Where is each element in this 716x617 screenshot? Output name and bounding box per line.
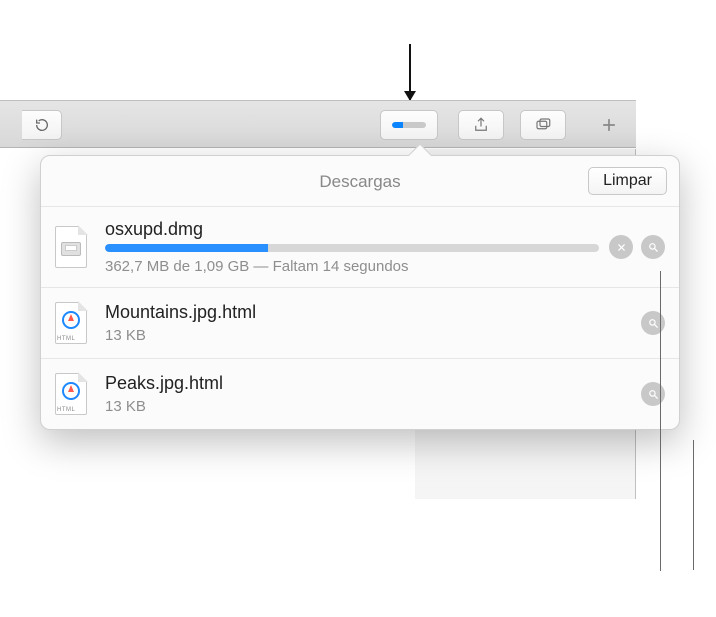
reveal-in-finder-button[interactable] — [641, 311, 665, 335]
reload-icon — [34, 117, 50, 133]
download-filename: Mountains.jpg.html — [105, 302, 631, 323]
popover-title: Descargas — [41, 172, 679, 192]
plus-icon — [599, 115, 619, 135]
download-row: osxupd.dmg 362,7 MB de 1,09 GB — Faltam … — [41, 206, 679, 287]
magnify-icon — [647, 241, 660, 254]
download-row: HTML Peaks.jpg.html 13 KB — [41, 358, 679, 429]
share-icon — [472, 116, 490, 134]
download-row: HTML Mountains.jpg.html 13 KB — [41, 287, 679, 358]
download-status: 13 KB — [105, 398, 631, 415]
download-status: 362,7 MB de 1,09 GB — Faltam 14 segundos — [105, 258, 599, 275]
share-button[interactable] — [458, 110, 504, 140]
downloads-button[interactable] — [380, 110, 438, 140]
annotation-leader-line — [693, 440, 694, 570]
clear-button[interactable]: Limpar — [588, 167, 667, 195]
show-tabs-button[interactable] — [520, 110, 566, 140]
popover-arrow — [407, 144, 431, 156]
reload-button[interactable] — [22, 110, 62, 140]
download-status: 13 KB — [105, 327, 631, 344]
magnify-icon — [647, 388, 660, 401]
reveal-in-finder-button[interactable] — [641, 235, 665, 259]
download-filename: Peaks.jpg.html — [105, 373, 631, 394]
stop-download-button[interactable] — [609, 235, 633, 259]
file-icon-dmg — [51, 224, 91, 270]
reveal-in-finder-button[interactable] — [641, 382, 665, 406]
stop-icon — [615, 241, 628, 254]
annotation-arrow — [409, 44, 411, 100]
downloads-mini-progress — [392, 122, 426, 128]
downloads-popover: Descargas Limpar osxupd.dmg 362,7 MB de … — [40, 155, 680, 430]
magnify-icon — [647, 317, 660, 330]
tabs-icon — [534, 116, 552, 134]
popover-header: Descargas Limpar — [41, 156, 679, 206]
file-icon-html: HTML — [51, 300, 91, 346]
download-progress-bar — [105, 244, 599, 252]
download-filename: osxupd.dmg — [105, 219, 599, 240]
download-progress-fill — [105, 244, 268, 252]
annotation-leader-line — [660, 271, 661, 571]
downloads-mini-fill — [392, 122, 403, 128]
new-tab-button[interactable] — [586, 110, 632, 140]
file-icon-html: HTML — [51, 371, 91, 417]
browser-toolbar — [0, 100, 636, 148]
